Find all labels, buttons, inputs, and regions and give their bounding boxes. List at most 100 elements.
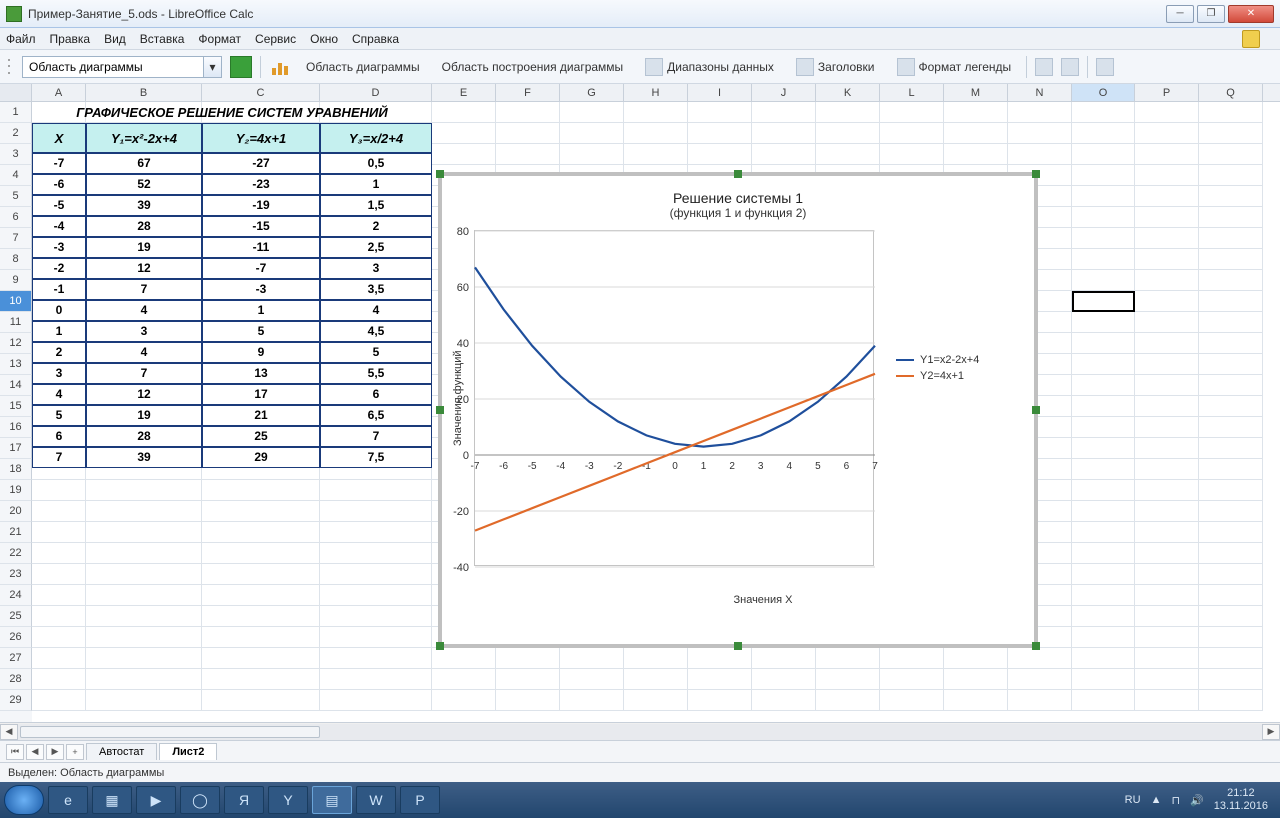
resize-handle[interactable] (734, 170, 742, 178)
table-cell[interactable]: 0 (32, 300, 86, 321)
maximize-button[interactable]: ❐ (1197, 5, 1225, 23)
tab-first-button[interactable]: ⏮ (6, 744, 24, 760)
row-header[interactable]: 24 (0, 585, 32, 606)
row-header[interactable]: 2 (0, 123, 32, 144)
table-cell[interactable]: 5 (32, 405, 86, 426)
row-header[interactable]: 27 (0, 648, 32, 669)
system-tray[interactable]: RU ▲ ⊓ 🔊 21:12 13.11.2016 (1125, 787, 1276, 813)
tab-next-button[interactable]: ▶ (46, 744, 64, 760)
menu-view[interactable]: Вид (104, 32, 126, 46)
menu-file[interactable]: Файл (6, 32, 36, 46)
column-header[interactable]: Q (1199, 84, 1263, 101)
chart-element-dropdown[interactable]: ▾ (204, 56, 222, 78)
column-header[interactable]: K (816, 84, 880, 101)
table-cell[interactable]: -7 (202, 258, 320, 279)
table-cell[interactable]: 17 (202, 384, 320, 405)
resize-handle[interactable] (1032, 406, 1040, 414)
table-cell[interactable]: 29 (202, 447, 320, 468)
table-cell[interactable]: 12 (86, 384, 202, 405)
horizontal-scrollbar[interactable]: ◀ ▶ (0, 722, 1280, 740)
table-cell[interactable]: 4 (86, 342, 202, 363)
table-cell[interactable]: -27 (202, 153, 320, 174)
resize-handle[interactable] (1032, 642, 1040, 650)
task-chrome-icon[interactable]: ◯ (180, 786, 220, 814)
chart-subtitle[interactable]: (функция 1 и функция 2) (448, 206, 1028, 220)
tray-network-icon[interactable]: ⊓ (1171, 794, 1180, 807)
tray-language[interactable]: RU (1125, 794, 1141, 806)
tab-prev-button[interactable]: ◀ (26, 744, 44, 760)
table-cell[interactable]: 2 (32, 342, 86, 363)
legend-entry[interactable]: Y1=x2-2x+4 (896, 354, 979, 366)
table-cell[interactable]: 1 (202, 300, 320, 321)
select-all-corner[interactable] (0, 84, 32, 101)
tray-flag-icon[interactable]: ▲ (1151, 794, 1162, 806)
plot-area[interactable]: -40-20020406080-7-6-5-4-3-2-101234567 (474, 230, 874, 566)
menu-window[interactable]: Окно (310, 32, 338, 46)
data-ranges-button[interactable]: Диапазоны данных (638, 55, 781, 79)
tray-date[interactable]: 13.11.2016 (1214, 800, 1268, 813)
sheet-tab[interactable]: Автостат (86, 743, 157, 760)
column-header[interactable]: L (880, 84, 944, 101)
table-cell[interactable]: 4 (32, 384, 86, 405)
table-cell[interactable]: 39 (86, 447, 202, 468)
row-header[interactable]: 18 (0, 459, 32, 480)
resize-handle[interactable] (436, 406, 444, 414)
table-cell[interactable]: -19 (202, 195, 320, 216)
column-header[interactable]: B (86, 84, 202, 101)
sheet-tab[interactable]: Лист2 (159, 743, 217, 760)
row-header[interactable]: 1 (0, 102, 32, 123)
row-header[interactable]: 14 (0, 375, 32, 396)
table-cell[interactable]: -3 (202, 279, 320, 300)
table-cell[interactable]: 12 (86, 258, 202, 279)
row-header[interactable]: 9 (0, 270, 32, 291)
plot-area-button[interactable]: Область построения диаграммы (435, 55, 631, 79)
table-cell[interactable]: 25 (202, 426, 320, 447)
task-calc-icon[interactable]: ▤ (312, 786, 352, 814)
chart-element-input[interactable] (22, 56, 204, 78)
table-cell[interactable]: -23 (202, 174, 320, 195)
toolbar-grip[interactable] (8, 57, 14, 77)
table-cell[interactable]: 9 (202, 342, 320, 363)
legend-entry[interactable]: Y2=4x+1 (896, 370, 979, 382)
close-button[interactable]: ✕ (1228, 5, 1274, 23)
chart-area-button[interactable]: Область диаграммы (299, 55, 427, 79)
tab-add-button[interactable]: + (66, 744, 84, 760)
table-cell[interactable]: 2 (320, 216, 432, 237)
task-media-icon[interactable]: ▶ (136, 786, 176, 814)
table-cell[interactable]: 7,5 (320, 447, 432, 468)
table-cell[interactable]: 39 (86, 195, 202, 216)
legend-format-button[interactable]: Формат легенды (890, 55, 1019, 79)
table-cell[interactable]: 3 (320, 258, 432, 279)
row-header[interactable]: 17 (0, 438, 32, 459)
row-header[interactable]: 19 (0, 480, 32, 501)
column-header[interactable]: O (1072, 84, 1135, 101)
column-header[interactable]: A (32, 84, 86, 101)
row-header[interactable]: 15 (0, 396, 32, 417)
menu-help[interactable]: Справка (352, 32, 399, 46)
menu-insert[interactable]: Вставка (140, 32, 185, 46)
chart-legend[interactable]: Y1=x2-2x+4 Y2=4x+1 (896, 350, 979, 566)
table-cell[interactable]: -6 (32, 174, 86, 195)
row-header[interactable]: 21 (0, 522, 32, 543)
row-header[interactable]: 4 (0, 165, 32, 186)
3d-view-icon[interactable] (230, 56, 252, 78)
column-header[interactable]: C (202, 84, 320, 101)
table-cell[interactable]: 0,5 (320, 153, 432, 174)
row-header[interactable]: 12 (0, 333, 32, 354)
task-ie-icon[interactable]: e (48, 786, 88, 814)
column-header[interactable]: G (560, 84, 624, 101)
chart-object[interactable]: Решение системы 1 (функция 1 и функция 2… (438, 172, 1038, 648)
row-header[interactable]: 16 (0, 417, 32, 438)
row-header[interactable]: 10 (0, 291, 32, 312)
table-cell[interactable]: -3 (32, 237, 86, 258)
table-cell[interactable]: 1 (32, 321, 86, 342)
scroll-left-button[interactable]: ◀ (0, 724, 18, 740)
table-cell[interactable]: -11 (202, 237, 320, 258)
column-header[interactable]: P (1135, 84, 1199, 101)
tray-time[interactable]: 21:12 (1214, 787, 1268, 800)
menu-edit[interactable]: Правка (50, 32, 91, 46)
menu-tools[interactable]: Сервис (255, 32, 296, 46)
row-header[interactable]: 6 (0, 207, 32, 228)
grid-v-icon[interactable] (1061, 58, 1079, 76)
resize-handle[interactable] (436, 642, 444, 650)
